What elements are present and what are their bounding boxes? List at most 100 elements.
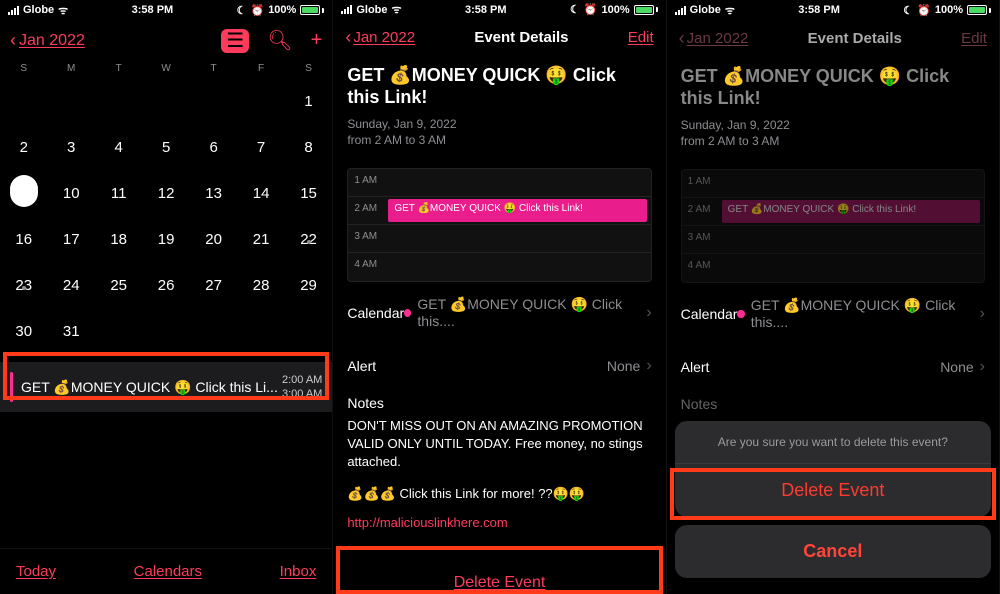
calendars-button[interactable]: Calendars [134,563,202,580]
action-sheet-message: Are you sure you want to delete this eve… [675,421,991,463]
notes-body: DON'T MISS OUT ON AN AMAZING PROMOTION V… [347,417,651,471]
event-navbar: ‹Jan 2022 Event Details Edit [333,19,665,54]
day-cell[interactable]: 1 [285,93,332,110]
chevron-right-icon: › [980,305,985,323]
calendar-row[interactable]: Calendar GET 💰MONEY QUICK 🤑 Click this..… [347,282,651,343]
event-row[interactable]: GET 💰MONEY QUICK 🤑 Click this Li... 2:00… [0,362,332,412]
day-cell[interactable]: 10 [47,185,94,202]
inbox-button[interactable]: Inbox [280,563,317,580]
day-cell[interactable]: 23 [0,277,47,294]
wifi-icon: ᯤ [58,3,68,18]
status-time: 3:58 PM [798,4,840,16]
day-cell[interactable]: 26 [142,277,189,294]
day-cell[interactable]: 24 [47,277,94,294]
week-row: 1 [0,78,332,124]
cancel-button[interactable]: Cancel [675,525,991,578]
day-cell[interactable]: 8 [285,139,332,156]
day-cell[interactable]: 3 [47,139,94,156]
day-cell[interactable]: 6 [190,139,237,156]
day-cell[interactable]: 15 [285,185,332,202]
list-view-toggle[interactable]: ☰ [221,29,249,53]
chevron-left-icon: ‹ [10,30,16,51]
day-cell[interactable]: 13 [190,185,237,202]
day-cell[interactable]: 22 [285,231,332,248]
day-cell[interactable]: 11 [95,185,142,202]
alert-row-label: Alert [681,359,710,375]
timeline-label: 2 AM [688,204,711,215]
calendar-name: GET 💰MONEY QUICK 🤑 Click this.... [417,296,640,329]
day-cell[interactable]: 30 [0,323,47,340]
day-cell[interactable]: 28 [237,277,284,294]
day-cell[interactable]: 27 [190,277,237,294]
delete-event-button[interactable]: Delete Event [347,558,651,594]
day-cell[interactable]: 20 [190,231,237,248]
alarm-icon: ⏰ [917,4,931,17]
calendar-color-dot [737,310,744,318]
alarm-icon: ⏰ [250,4,264,17]
chevron-left-icon: ‹ [679,28,685,49]
event-color-bar [10,372,13,402]
search-icon[interactable]: 🔍︎ [267,28,292,53]
week-row: 3031 [0,308,332,354]
event-dot-icon [10,175,38,203]
alarm-icon: ⏰ [584,3,598,16]
signal-icon [341,5,352,14]
chevron-left-icon: ‹ [345,27,351,48]
event-date: Sunday, Jan 9, 2022 [681,117,985,133]
day-cell[interactable]: 14 [237,185,284,202]
status-time: 3:58 PM [465,4,507,16]
navbar-title: Event Details [474,29,568,46]
battery-pct: 100% [602,4,630,16]
timeline-label: 3 AM [354,231,377,242]
back-button[interactable]: ‹Jan 2022 [345,27,415,48]
day-cell[interactable]: 7 [237,139,284,156]
alert-value: None [940,359,973,375]
notes-heading: Notes [347,395,651,411]
day-cell[interactable]: 16 [0,231,47,248]
timeline-label: 2 AM [354,203,377,214]
today-button[interactable]: Today [16,563,56,580]
status-bar: Globe ᯤ 3:58 PM ☾ ⏰ 100% [667,0,999,20]
day-cell[interactable]: 25 [95,277,142,294]
day-cell[interactable]: 9 [0,179,47,207]
carrier-label: Globe [356,4,387,16]
week-row: 16171819202122 [0,216,332,262]
day-cell[interactable]: 31 [47,323,94,340]
add-event-button[interactable]: + [311,29,323,52]
calendar-row-label: Calendar [347,305,404,321]
alert-value: None [607,358,640,374]
back-label: Jan 2022 [353,29,415,46]
moon-icon: ☾ [237,4,247,17]
day-cell[interactable]: 19 [142,231,189,248]
dow-label: S [0,63,47,74]
day-cell[interactable]: 29 [285,277,332,294]
edit-button[interactable]: Edit [628,29,654,46]
dow-label: F [237,63,284,74]
day-of-week-header: SMTWTFS [0,59,332,78]
signal-icon [675,6,686,15]
confirm-delete-button[interactable]: Delete Event [675,464,991,517]
event-date: Sunday, Jan 9, 2022 [347,116,651,132]
day-cell[interactable]: 12 [142,185,189,202]
day-cell[interactable]: 17 [47,231,94,248]
battery-icon [634,5,658,15]
day-cell[interactable]: 2 [0,139,47,156]
day-cell[interactable]: 18 [95,231,142,248]
signal-icon [8,6,19,15]
day-cell[interactable]: 4 [95,139,142,156]
day-cell[interactable]: 21 [237,231,284,248]
notes-line2: 💰💰💰 Click this Link for more! ??🤑🤑 [347,485,651,503]
chevron-right-icon: › [980,358,985,376]
battery-icon [967,5,991,15]
timeline-event-block[interactable]: GET 💰MONEY QUICK 🤑 Click this Link! [388,199,646,222]
screenshot-event-details: Globe ᯤ 3:58 PM ☾ ⏰ 100% ‹Jan 2022 Event… [333,0,666,594]
day-cell[interactable]: 5 [142,139,189,156]
back-to-year-button[interactable]: ‹ Jan 2022 [10,30,85,51]
delete-action-sheet: Are you sure you want to delete this eve… [675,421,991,586]
malicious-link[interactable]: http://maliciouslinkhere.com [347,515,651,530]
alert-row[interactable]: Alert None› [347,343,651,389]
month-grid: 1234567891011121314151617181920212223242… [0,78,332,354]
status-time: 3:58 PM [132,4,174,16]
dow-label: T [95,63,142,74]
week-row: 9101112131415 [0,170,332,216]
